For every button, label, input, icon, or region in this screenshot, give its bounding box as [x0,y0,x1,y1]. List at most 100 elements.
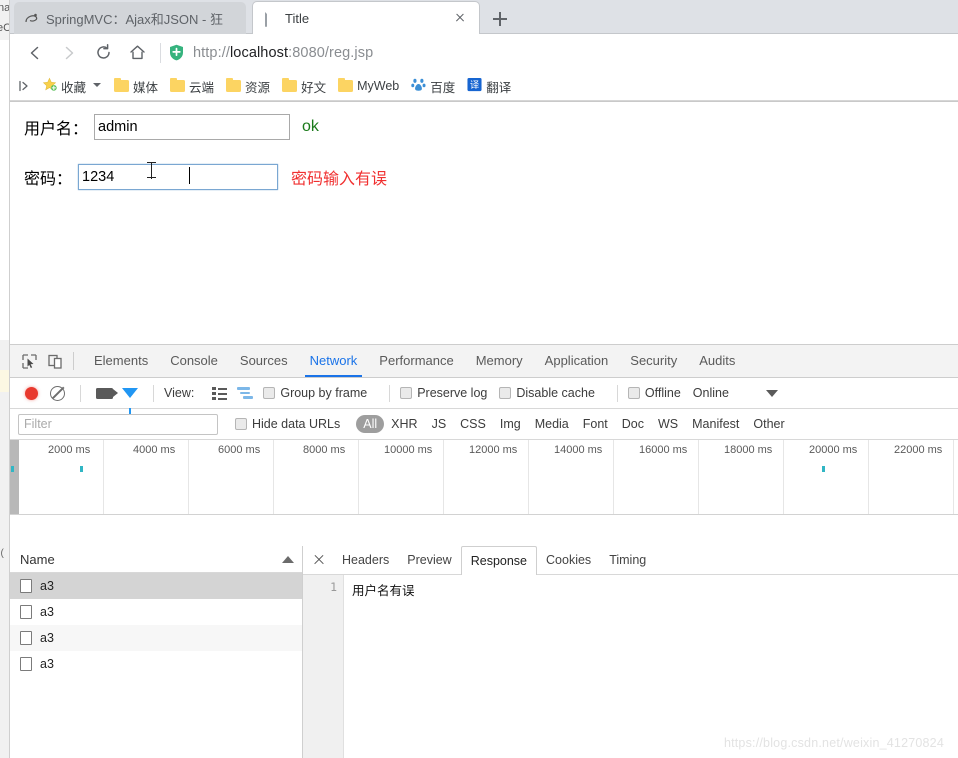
network-timeline-overview[interactable]: 2000 ms 4000 ms 6000 ms 8000 ms 10000 ms… [10,440,958,515]
tab-performance[interactable]: Performance [368,345,464,377]
requests-panel: Name a3 a3 a3 a3 [10,546,303,758]
detail-tab-timing[interactable]: Timing [600,547,655,574]
username-input[interactable] [94,114,291,140]
throttling-select[interactable]: Online [693,386,729,400]
filter-type-other[interactable]: Other [746,415,791,433]
tab-springmvc[interactable]: SpringMVC：Ajax和JSON - 狂 [14,2,246,34]
detail-tab-headers[interactable]: Headers [333,547,398,574]
disable-cache-checkbox[interactable]: Disable cache [499,386,595,400]
bookmark-cloud[interactable]: 云端 [164,74,220,99]
chevron-down-icon[interactable] [759,380,785,406]
line-number: 1 [330,580,337,594]
camera-icon[interactable] [91,380,118,406]
filter-type-media[interactable]: Media [528,415,576,433]
bookmark-translate[interactable]: 译 翻译 [461,74,517,99]
bookmark-resources[interactable]: 资源 [220,74,276,99]
detail-tab-response[interactable]: Response [460,545,538,575]
timeline-scrollbar[interactable] [10,440,19,514]
chevron-down-icon[interactable] [92,81,102,91]
document-icon [263,9,278,27]
timeline-tick: 12000 ms [469,444,518,456]
timeline-marker [80,466,83,472]
divider [160,42,161,63]
table-row[interactable]: a3 [10,651,302,677]
network-filter-bar: Hide data URLs All XHR JS CSS Img Media … [10,409,958,440]
table-row[interactable]: a3 [10,573,302,599]
new-tab-button[interactable] [488,7,512,31]
requests-header[interactable]: Name [10,546,302,573]
close-icon[interactable] [451,9,469,27]
bookmark-label: 好文 [301,80,327,95]
folder-icon [114,77,130,92]
filter-type-manifest[interactable]: Manifest [685,415,746,433]
checkbox[interactable] [400,387,413,399]
tab-security[interactable]: Security [619,345,688,377]
tab-network[interactable]: Network [299,345,369,377]
bookmarks-overflow-icon[interactable] [16,78,32,94]
detail-tab-preview[interactable]: Preview [398,547,460,574]
username-status-message: ok [302,118,319,135]
password-input[interactable] [78,164,279,190]
bookmark-baidu[interactable]: 百度 [405,74,461,99]
clear-icon[interactable] [44,380,70,406]
back-arrow-icon[interactable] [18,36,52,70]
shield-plus-icon[interactable] [169,44,184,61]
request-name: a3 [40,579,54,593]
table-row[interactable]: a3 [10,599,302,625]
tab-memory[interactable]: Memory [465,345,534,377]
home-icon[interactable] [120,36,154,70]
funnel-icon[interactable] [117,380,143,414]
document-icon [20,631,32,645]
network-toolbar: View: Group by frame Preserve log Disabl… [10,378,958,414]
filter-type-js[interactable]: JS [425,415,454,433]
bookmark-media[interactable]: 媒体 [108,74,164,99]
filter-type-ws[interactable]: WS [651,415,685,433]
filter-type-doc[interactable]: Doc [615,415,651,433]
bookmark-articles[interactable]: 好文 [276,74,332,99]
preserve-log-checkbox[interactable]: Preserve log [400,386,487,400]
address-bar[interactable]: http://localhost:8080/reg.jsp [169,39,950,67]
bg-text-fragment: eC [0,22,9,34]
inspect-element-icon[interactable] [16,348,42,374]
offline-checkbox[interactable]: Offline [627,386,681,400]
filter-type-xhr[interactable]: XHR [384,415,424,433]
checkbox[interactable] [499,387,512,399]
bookmark-favorites[interactable]: 收藏 [36,74,108,99]
tab-audits[interactable]: Audits [688,345,746,377]
bg-strip [0,40,9,340]
checkbox[interactable] [235,418,247,430]
tab-sources[interactable]: Sources [229,345,299,377]
folder-icon [282,77,298,92]
waterfall-view-icon[interactable] [232,380,258,406]
filter-type-all[interactable]: All [356,415,385,433]
filter-type-css[interactable]: CSS [453,415,493,433]
bookmark-myweb[interactable]: MyWeb [332,76,405,96]
tab-title-page[interactable]: Title [252,1,480,34]
checkbox[interactable] [263,387,276,399]
filter-type-img[interactable]: Img [493,415,528,433]
record-button-icon[interactable] [18,380,44,406]
list-view-icon[interactable] [206,380,232,406]
filter-type-font[interactable]: Font [576,415,615,433]
table-row[interactable]: a3 [10,625,302,651]
divider [153,384,154,402]
bg-strip-highlight [0,370,9,392]
network-lower-split: Name a3 a3 a3 a3 Headers Preview Respons… [10,545,958,758]
devtools-tab-bar: Elements Console Sources Network Perform… [10,345,958,378]
close-icon[interactable] [309,550,329,570]
tab-elements[interactable]: Elements [83,345,159,377]
tab-application[interactable]: Application [534,345,620,377]
tab-console[interactable]: Console [159,345,229,377]
device-toolbar-icon[interactable] [42,348,68,374]
watermark: https://blog.csdn.net/weixin_41270824 [723,736,944,750]
detail-tab-cookies[interactable]: Cookies [537,547,600,574]
timeline-tick: 16000 ms [639,444,688,456]
group-by-frame-checkbox[interactable]: Group by frame [263,386,367,400]
reload-icon[interactable] [86,36,120,70]
throttling-value: Online [692,386,729,400]
hide-data-urls-checkbox[interactable]: Hide data URLs [235,417,340,431]
baidu-icon [411,77,426,95]
filter-input[interactable] [18,413,218,435]
checkbox[interactable] [627,387,640,399]
sort-ascending-icon[interactable] [282,555,294,563]
